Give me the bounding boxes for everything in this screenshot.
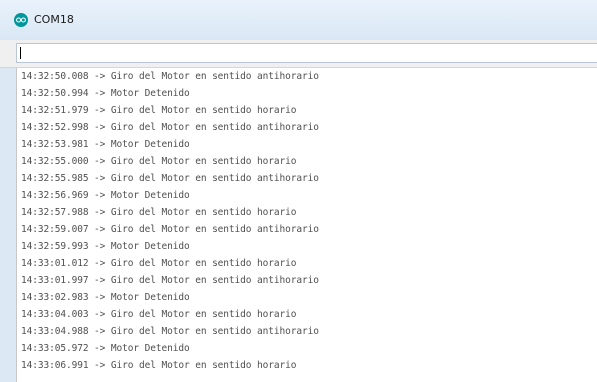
arduino-icon [14,13,28,27]
log-line: 14:32:51.979 -> Giro del Motor en sentid… [21,105,297,116]
log-line: 14:33:04.988 -> Giro del Motor en sentid… [21,326,319,337]
log-line: 14:33:01.012 -> Giro del Motor en sentid… [21,258,297,269]
log-line: 14:32:59.007 -> Giro del Motor en sentid… [21,224,319,235]
log-line: 14:32:55.985 -> Giro del Motor en sentid… [21,173,319,184]
log-line: 14:33:05.972 -> Motor Detenido [21,343,190,354]
serial-monitor-window: COM18 14:32:50.008 -> Giro del Motor en … [0,0,597,382]
log-line: 14:33:06.991 -> Giro del Motor en sentid… [21,360,297,371]
window-title: COM18 [34,13,74,26]
log-line: 14:33:02.983 -> Motor Detenido [21,292,190,303]
log-line: 14:33:04.003 -> Giro del Motor en sentid… [21,309,297,320]
log-line: 14:32:52.998 -> Giro del Motor en sentid… [21,122,319,133]
log-line: 14:32:56.969 -> Motor Detenido [21,190,190,201]
log-line: 14:32:53.981 -> Motor Detenido [21,139,190,150]
log-line: 14:32:55.000 -> Giro del Motor en sentid… [21,156,297,167]
send-bar [0,40,597,68]
log-line: 14:32:59.993 -> Motor Detenido [21,241,190,252]
log-line: 14:32:50.994 -> Motor Detenido [21,88,190,99]
log-line: 14:33:01.997 -> Giro del Motor en sentid… [21,275,319,286]
title-bar: COM18 [0,0,597,40]
log-line: 14:32:57.988 -> Giro del Motor en sentid… [21,207,297,218]
log-line: 14:32:50.008 -> Giro del Motor en sentid… [21,71,319,82]
text-caret [20,47,21,59]
send-input[interactable] [16,43,597,63]
serial-output-area[interactable]: 14:32:50.008 -> Giro del Motor en sentid… [16,68,597,382]
